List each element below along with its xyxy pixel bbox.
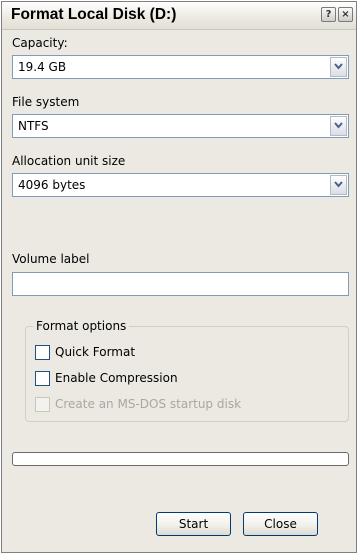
checkbox-box	[35, 397, 50, 412]
close-button[interactable]: Close	[243, 512, 318, 536]
window-title: Format Local Disk (D:)	[11, 6, 177, 23]
msdos-startup-label: Create an MS-DOS startup disk	[55, 397, 242, 411]
quick-format-label[interactable]: Quick Format	[55, 345, 135, 359]
volume-label-caption: Volume label	[12, 252, 90, 266]
capacity-label: Capacity:	[12, 36, 68, 50]
format-progress-bar	[12, 452, 349, 466]
allocation-unit-dropdown[interactable]: 4096 bytes	[12, 173, 349, 197]
title-bar[interactable]: Format Local Disk (D:) ? ×	[2, 2, 356, 30]
file-system-dropdown[interactable]: NTFS	[12, 114, 349, 138]
file-system-label: File system	[12, 95, 80, 109]
file-system-value: NTFS	[18, 119, 49, 133]
format-options-legend: Format options	[33, 319, 130, 333]
capacity-dropdown[interactable]: 19.4 GB	[12, 55, 349, 79]
help-icon[interactable]: ?	[321, 7, 336, 22]
chevron-down-icon[interactable]	[330, 175, 347, 195]
format-dialog: Format Local Disk (D:) ? × Capacity: 19.…	[1, 1, 357, 553]
capacity-value: 19.4 GB	[18, 60, 67, 74]
volume-label-input[interactable]	[12, 272, 349, 296]
start-button[interactable]: Start	[156, 512, 231, 536]
enable-compression-label[interactable]: Enable Compression	[55, 371, 178, 385]
checkbox-box[interactable]	[35, 345, 50, 360]
chevron-down-icon[interactable]	[330, 57, 347, 77]
close-icon[interactable]: ×	[338, 7, 353, 22]
chevron-down-icon[interactable]	[330, 116, 347, 136]
allocation-unit-value: 4096 bytes	[18, 178, 86, 192]
allocation-unit-label: Allocation unit size	[12, 154, 126, 168]
checkbox-box[interactable]	[35, 371, 50, 386]
